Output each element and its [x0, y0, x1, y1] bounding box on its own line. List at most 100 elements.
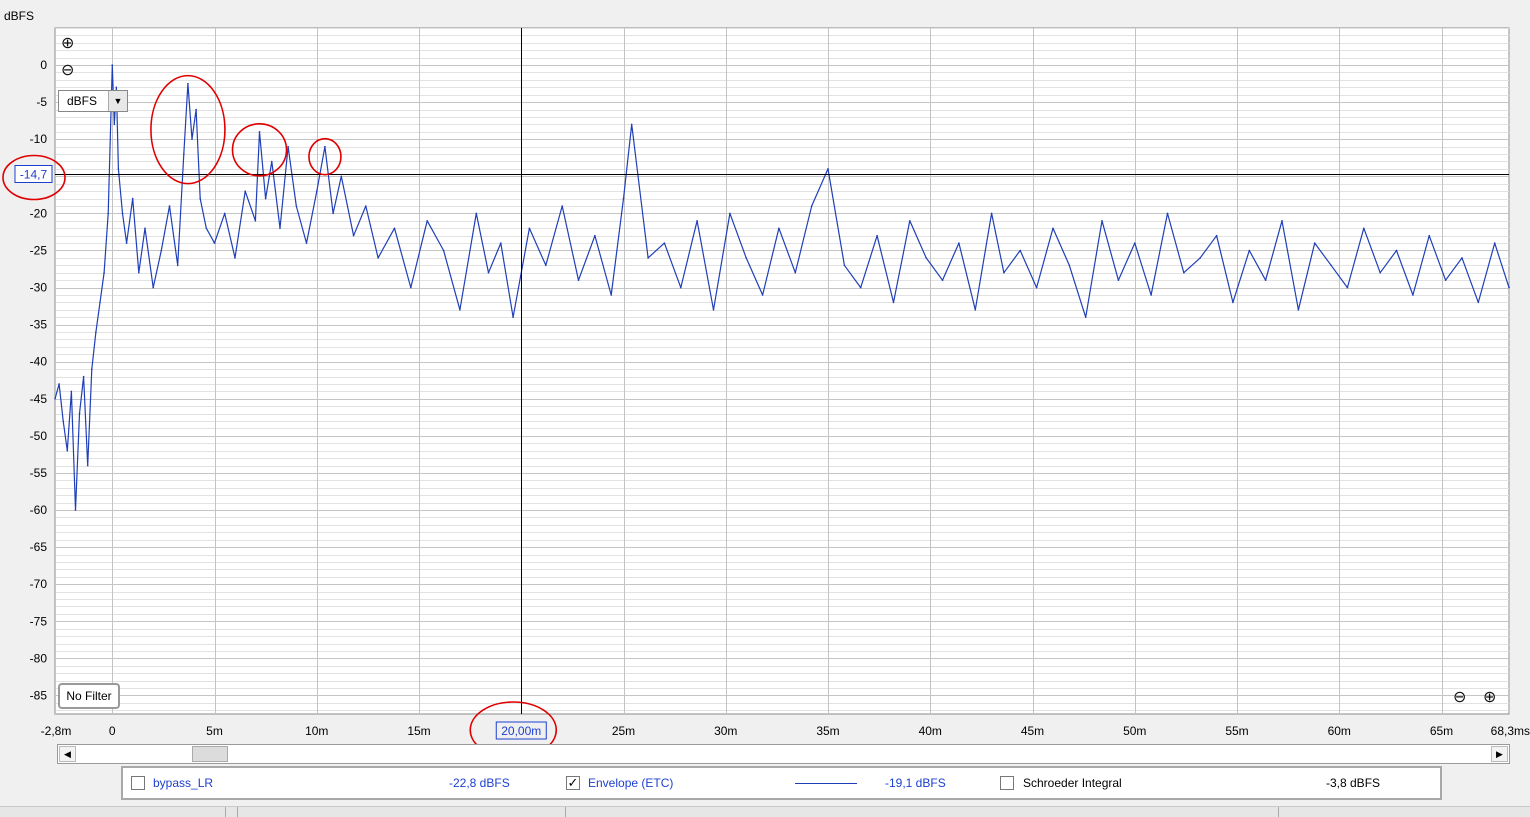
data-point	[622, 197, 625, 200]
y-tick-label: -35	[30, 318, 48, 332]
y-tick-label: -60	[30, 503, 48, 517]
data-point	[125, 242, 128, 244]
x-tick-label: 25m	[612, 724, 635, 738]
data-point	[324, 145, 326, 148]
data-point	[70, 390, 73, 393]
data-point	[352, 234, 355, 237]
data-point	[679, 286, 682, 289]
data-point	[234, 257, 236, 259]
data-point	[426, 220, 428, 222]
data-point	[1133, 242, 1136, 244]
data-point	[152, 286, 154, 289]
data-point	[62, 420, 64, 422]
data-point	[58, 383, 60, 385]
unit-dropdown[interactable]: dBFS ▼	[58, 90, 128, 112]
y-tick-label: -45	[30, 392, 48, 406]
bypass-lr-label[interactable]: bypass_LR	[153, 775, 213, 791]
data-point	[1183, 271, 1185, 274]
data-point	[1346, 286, 1349, 289]
data-point	[187, 82, 189, 85]
y-tick-label: -5	[36, 95, 47, 109]
scroll-thumb[interactable]	[192, 746, 228, 762]
y-tick-label: -80	[30, 651, 48, 665]
data-point	[1019, 249, 1022, 252]
data-point	[827, 168, 829, 170]
data-point	[561, 205, 563, 207]
y-tick-label: -70	[30, 577, 48, 591]
data-point	[1199, 257, 1202, 259]
data-point	[1084, 316, 1087, 319]
data-point	[442, 249, 445, 252]
y-tick-label: -20	[30, 206, 48, 220]
envelope-etc-value: -19,1 dBFS	[885, 776, 946, 790]
data-point	[103, 271, 105, 274]
cursor-y-readout: -14,7	[20, 168, 48, 182]
scroll-left-icon[interactable]: ◀	[59, 746, 76, 762]
data-point	[1330, 264, 1332, 267]
data-point	[1150, 294, 1152, 296]
data-point	[1379, 271, 1381, 274]
scroll-right-icon[interactable]: ▶	[1491, 746, 1508, 762]
data-point	[810, 205, 813, 207]
data-point	[111, 64, 114, 66]
data-point	[475, 212, 478, 215]
schroeder-value: -3,8 dBFS	[1326, 776, 1381, 790]
data-point	[287, 145, 289, 148]
data-point	[176, 264, 179, 267]
zoom-in-y-icon[interactable]: ⊕	[61, 35, 74, 51]
data-point	[183, 153, 185, 155]
zoom-out-x-icon[interactable]: ⊖	[1453, 689, 1466, 705]
x-tick-label: 15m	[407, 724, 430, 738]
data-point	[925, 257, 927, 259]
schroeder-label[interactable]: Schroeder Integral	[1023, 775, 1122, 791]
envelope-etc-label[interactable]: Envelope (ETC)	[588, 775, 673, 791]
data-point	[859, 286, 862, 289]
chevron-down-icon[interactable]: ▼	[108, 91, 127, 111]
zoom-in-x-icon[interactable]: ⊕	[1483, 689, 1496, 705]
data-point	[254, 220, 257, 222]
data-point	[82, 375, 85, 378]
data-point	[107, 212, 109, 215]
data-point	[1363, 227, 1365, 230]
data-point	[144, 227, 146, 230]
data-point	[1248, 249, 1251, 252]
horizontal-scrollbar[interactable]: ◀ ▶	[57, 744, 1510, 764]
data-point	[113, 123, 116, 126]
etc-chart[interactable]: 0-5-10-15-20-25-30-35-40-45-50-55-60-65-…	[0, 0, 1530, 745]
bypass-lr-checkbox[interactable]	[131, 776, 145, 790]
data-point	[121, 212, 124, 215]
data-point	[1117, 279, 1120, 281]
data-point	[86, 464, 89, 467]
x-tick-label: 50m	[1123, 724, 1146, 738]
data-point	[1068, 264, 1071, 267]
data-point	[1035, 286, 1038, 289]
schroeder-checkbox[interactable]	[1000, 776, 1014, 790]
no-filter-button[interactable]: No Filter	[58, 683, 120, 709]
data-point	[95, 331, 97, 333]
data-point	[974, 309, 977, 311]
y-tick-label: -85	[30, 688, 48, 702]
data-point	[1264, 279, 1267, 281]
y-tick-label: 0	[40, 58, 47, 72]
data-point	[1232, 301, 1234, 304]
data-point	[258, 131, 261, 133]
data-point	[1461, 257, 1463, 259]
envelope-etc-checkbox[interactable]: ✓	[566, 776, 580, 790]
data-point	[958, 242, 960, 244]
data-point	[315, 190, 318, 192]
x-tick-label: 10m	[305, 724, 328, 738]
status-bar	[0, 806, 1530, 817]
data-point	[459, 309, 461, 311]
data-point	[745, 257, 748, 259]
data-point	[663, 242, 666, 244]
data-point	[1281, 220, 1283, 222]
y-tick-label: -10	[30, 132, 48, 146]
zoom-out-y-icon[interactable]: ⊖	[61, 62, 74, 78]
data-point	[794, 271, 797, 274]
x-tick-label: 55m	[1225, 724, 1248, 738]
data-point	[270, 160, 273, 163]
data-point	[647, 257, 649, 259]
data-point	[410, 286, 412, 289]
bypass-lr-value: -22,8 dBFS	[449, 776, 510, 790]
data-point	[1215, 234, 1218, 237]
